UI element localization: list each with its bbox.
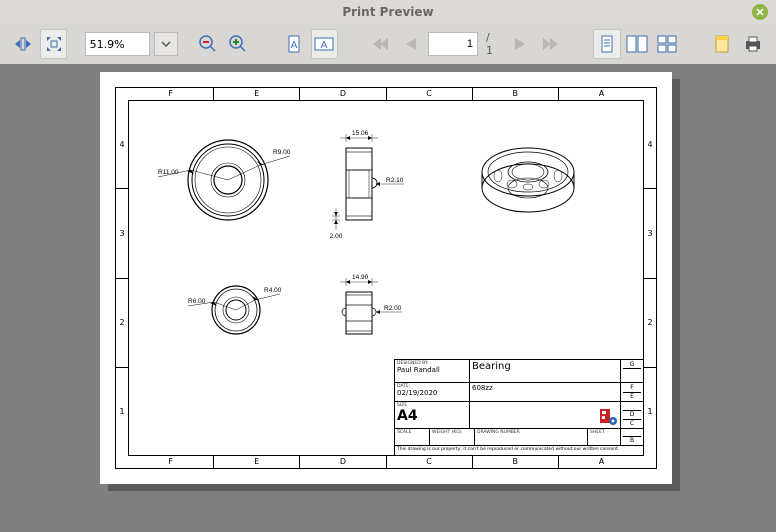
page: FEDCBA FEDCBA 4321 4321 R11.00 (100, 72, 672, 484)
last-page-icon (541, 37, 559, 51)
single-page-icon (599, 34, 615, 54)
portrait-icon: A (285, 34, 303, 54)
last-page-button[interactable] (537, 30, 563, 58)
ruler-cell: E (213, 88, 299, 100)
dim-w15: 15.06 (352, 130, 369, 137)
tb-title: Bearing (472, 361, 618, 372)
tb-subtitle: 608zz (472, 384, 618, 392)
zoom-value: 51.9% (90, 38, 125, 51)
zoom-input[interactable]: 51.9% (85, 32, 150, 56)
dim-r2: R2.00 (384, 305, 402, 312)
fit-width-icon (13, 34, 33, 54)
dim-h2: 2.00 (330, 233, 343, 240)
zoom-dropdown-button[interactable] (154, 32, 178, 56)
dim-r4: R4.00 (264, 287, 282, 294)
ruler-cell: B (472, 88, 558, 100)
next-page-icon (513, 37, 527, 51)
ruler-cell: D (299, 88, 385, 100)
preview-canvas[interactable]: FEDCBA FEDCBA 4321 4321 R11.00 (0, 64, 776, 532)
overview-pages-icon (656, 34, 678, 54)
ruler-cell: 4 (116, 100, 128, 188)
ruler-cell: A (558, 88, 644, 100)
ruler-cell: C (386, 88, 472, 100)
titlebar: Print Preview (0, 0, 776, 24)
dim-r21: R2.10 (386, 177, 404, 184)
tb-weight-label: WEIGHT (Kg) (432, 430, 472, 435)
dim-r11: R11.00 (158, 169, 179, 176)
portrait-button[interactable]: A (281, 30, 307, 58)
facing-pages-icon (625, 34, 649, 54)
page-setup-button[interactable] (710, 30, 736, 58)
tb-dn-label: DRAWING NUMBER (477, 430, 585, 435)
fit-width-button[interactable] (10, 30, 36, 58)
next-page-button[interactable] (507, 30, 533, 58)
fit-page-icon (44, 34, 64, 54)
chevron-down-icon (161, 41, 171, 47)
close-button[interactable] (752, 4, 768, 20)
printer-icon (743, 34, 763, 54)
zoom-out-icon (198, 34, 218, 54)
prev-page-icon (404, 37, 418, 51)
facing-pages-button[interactable] (625, 30, 651, 58)
tb-size: A4 (397, 408, 467, 424)
tb-designed-by: Paul Randall (397, 366, 467, 374)
print-button[interactable] (740, 30, 766, 58)
page-total: / 1 (486, 31, 499, 57)
page-setup-icon (713, 34, 733, 54)
fit-page-button[interactable] (40, 29, 68, 59)
window-title: Print Preview (342, 5, 433, 19)
toolbar: 51.9% A A / 1 (0, 24, 776, 64)
ruler-cell: 3 (116, 188, 128, 277)
single-page-button[interactable] (593, 29, 621, 59)
zoom-in-button[interactable] (225, 30, 251, 58)
drawing-frame: FEDCBA FEDCBA 4321 4321 R11.00 (115, 87, 657, 469)
page-input[interactable] (428, 32, 478, 56)
tb-sheet-label: SHEET (590, 430, 618, 435)
freecad-logo-icon (598, 407, 618, 427)
titleblock: DESIGNED BY: Paul Randall Bearing G DATE… (394, 359, 644, 456)
first-page-icon (372, 37, 390, 51)
dim-w149: 14.90 (352, 274, 369, 281)
close-icon (756, 8, 764, 16)
ruler-cell: F (128, 88, 213, 100)
first-page-button[interactable] (369, 30, 395, 58)
tb-date: 02/19/2020 (397, 389, 467, 397)
prev-page-button[interactable] (398, 30, 424, 58)
svg-text:A: A (290, 40, 297, 51)
landscape-button[interactable]: A (311, 29, 339, 59)
ruler-cell: 2 (116, 278, 128, 367)
ruler-cell: 1 (116, 367, 128, 456)
landscape-icon: A (313, 35, 335, 53)
dim-r6: R6.00 (188, 298, 206, 305)
zoom-out-button[interactable] (195, 30, 221, 58)
zoom-in-icon (228, 34, 248, 54)
dim-r9: R9.00 (273, 149, 291, 156)
overview-pages-button[interactable] (654, 30, 680, 58)
tb-disclaimer: This drawing is our property; it can't b… (395, 446, 643, 457)
svg-text:A: A (321, 40, 328, 51)
tb-scale-label: SCALE (397, 430, 427, 435)
